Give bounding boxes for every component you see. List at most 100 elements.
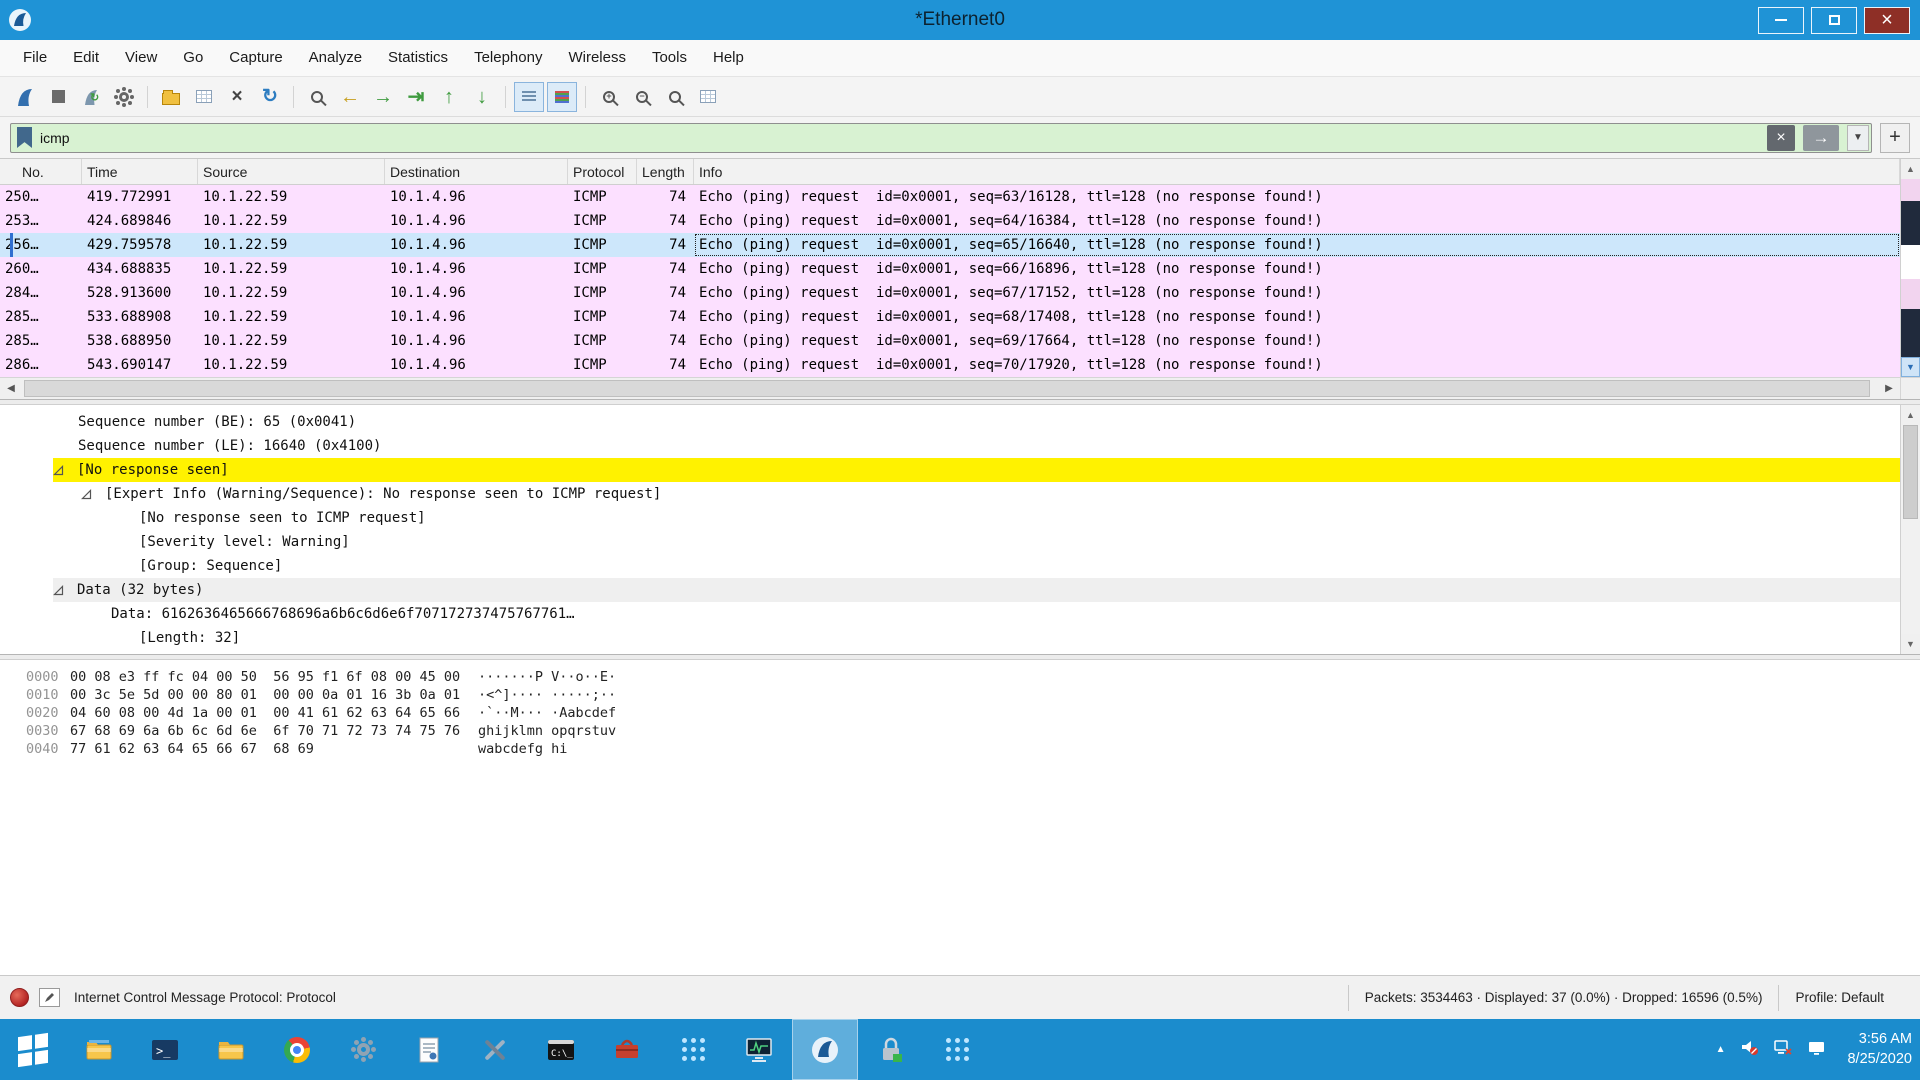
detail-line[interactable]: [Severity level: Warning] bbox=[139, 530, 1900, 554]
taskbar-security-policy-document-icon[interactable] bbox=[396, 1019, 462, 1080]
table-row[interactable]: 284… 528.913600 10.1.22.59 10.1.4.96 ICM… bbox=[0, 281, 1900, 305]
detail-line[interactable]: [No response seen to ICMP request] bbox=[139, 506, 1900, 530]
taskbar-wireshark-icon[interactable] bbox=[792, 1019, 858, 1080]
hidden-icons-chevron-icon[interactable]: ▲ bbox=[1716, 1044, 1726, 1055]
hex-row[interactable]: 004077 61 62 63 64 65 66 67 68 69wabcdef… bbox=[26, 740, 1920, 758]
hex-row[interactable]: 002004 60 08 00 4d 1a 00 01 00 41 61 62 … bbox=[26, 704, 1920, 722]
minimize-icon[interactable] bbox=[1758, 7, 1804, 34]
menu-edit[interactable]: Edit bbox=[60, 40, 112, 76]
column-header-info[interactable]: Info bbox=[694, 159, 1900, 184]
taskbar-app-grid-2-icon[interactable] bbox=[924, 1019, 990, 1080]
table-row[interactable]: 286… 543.690147 10.1.22.59 10.1.4.96 ICM… bbox=[0, 353, 1900, 377]
menu-telephony[interactable]: Telephony bbox=[461, 40, 555, 76]
taskbar-settings-gear-icon[interactable] bbox=[330, 1019, 396, 1080]
menu-file[interactable]: File bbox=[10, 40, 60, 76]
detail-line[interactable]: Sequence number (BE): 65 (0x0041) bbox=[78, 410, 1900, 434]
menu-statistics[interactable]: Statistics bbox=[375, 40, 461, 76]
column-header-length[interactable]: Length bbox=[637, 159, 694, 184]
status-profile[interactable]: Profile: Default bbox=[1779, 990, 1910, 1005]
filter-apply-arrow-icon[interactable]: → bbox=[1803, 125, 1839, 151]
taskbar-toolbox-icon[interactable] bbox=[594, 1019, 660, 1080]
details-scroll-thumb[interactable] bbox=[1903, 425, 1918, 519]
detail-line-data[interactable]: Data (32 bytes) bbox=[53, 578, 1900, 602]
start-capture-fin-icon[interactable] bbox=[10, 82, 40, 112]
scroll-up-icon[interactable]: ▲ bbox=[1901, 405, 1920, 425]
go-back-arrow-icon[interactable]: ← bbox=[335, 82, 365, 112]
horizontal-scroll-thumb[interactable] bbox=[24, 380, 1870, 397]
detail-line[interactable]: Sequence number (LE): 16640 (0x4100) bbox=[78, 434, 1900, 458]
go-first-packet-icon[interactable]: ↑ bbox=[434, 82, 464, 112]
volume-muted-icon[interactable] bbox=[1739, 1037, 1759, 1062]
scroll-left-icon[interactable]: ◀ bbox=[0, 378, 22, 399]
table-row-selected[interactable]: 256… 429.759578 10.1.22.59 10.1.4.96 ICM… bbox=[0, 233, 1900, 257]
packet-list-horizontal-scrollbar[interactable]: ◀ ▶ bbox=[0, 377, 1920, 399]
close-icon[interactable]: × bbox=[1864, 7, 1910, 34]
zoom-in-magnifier-icon[interactable]: + bbox=[594, 82, 624, 112]
maximize-icon[interactable] bbox=[1811, 7, 1857, 34]
detail-line[interactable]: [Group: Sequence] bbox=[139, 554, 1900, 578]
close-capture-file-icon[interactable]: × bbox=[222, 82, 252, 112]
expander-triangle-icon[interactable] bbox=[81, 489, 92, 500]
packet-list-vertical-scrollbar[interactable]: ▲ ▼ bbox=[1900, 159, 1920, 377]
find-packet-magnifier-icon[interactable] bbox=[302, 82, 332, 112]
expander-triangle-icon[interactable] bbox=[53, 585, 64, 596]
menu-help[interactable]: Help bbox=[700, 40, 757, 76]
menu-go[interactable]: Go bbox=[170, 40, 216, 76]
filter-add-button[interactable]: + bbox=[1880, 123, 1910, 153]
intelligent-scrollbar-minimap[interactable] bbox=[1901, 179, 1920, 357]
menu-tools[interactable]: Tools bbox=[639, 40, 700, 76]
column-header-time[interactable]: Time bbox=[82, 159, 198, 184]
resize-columns-icon[interactable] bbox=[693, 82, 723, 112]
zoom-reset-magnifier-icon[interactable] bbox=[660, 82, 690, 112]
menu-capture[interactable]: Capture bbox=[216, 40, 295, 76]
scroll-down-icon[interactable]: ▼ bbox=[1901, 357, 1920, 377]
filter-dropdown-chevron-icon[interactable]: ▼ bbox=[1847, 125, 1869, 151]
column-header-no[interactable]: No. bbox=[0, 159, 82, 184]
table-row[interactable]: 285… 538.688950 10.1.22.59 10.1.4.96 ICM… bbox=[0, 329, 1900, 353]
detail-line-expert-info[interactable]: [Expert Info (Warning/Sequence): No resp… bbox=[81, 482, 1900, 506]
column-header-protocol[interactable]: Protocol bbox=[568, 159, 637, 184]
table-row[interactable]: 250… 419.772991 10.1.22.59 10.1.4.96 ICM… bbox=[0, 185, 1900, 209]
scroll-up-icon[interactable]: ▲ bbox=[1901, 159, 1920, 179]
start-button[interactable] bbox=[0, 1019, 66, 1080]
detail-line[interactable]: [Length: 32] bbox=[139, 626, 1900, 650]
open-capture-file-folder-icon[interactable] bbox=[156, 82, 186, 112]
taskbar-powershell-icon[interactable]: >_ bbox=[132, 1019, 198, 1080]
detail-line[interactable]: Data: 6162636465666768696a6b6c6d6e6f7071… bbox=[111, 602, 1900, 626]
auto-scroll-toggle-icon[interactable] bbox=[514, 82, 544, 112]
column-header-destination[interactable]: Destination bbox=[385, 159, 568, 184]
colorize-toggle-icon[interactable] bbox=[547, 82, 577, 112]
expert-info-icon[interactable] bbox=[10, 988, 29, 1007]
detail-line-no-response[interactable]: [No response seen] bbox=[53, 458, 1900, 482]
table-row[interactable]: 260… 434.688835 10.1.22.59 10.1.4.96 ICM… bbox=[0, 257, 1900, 281]
expander-triangle-icon[interactable] bbox=[53, 465, 64, 476]
display-filter-field[interactable]: icmp × → ▼ bbox=[10, 123, 1872, 153]
hex-row[interactable]: 001000 3c 5e 5d 00 00 80 01 00 00 0a 01 … bbox=[26, 686, 1920, 704]
taskbar-app-grid-icon[interactable] bbox=[660, 1019, 726, 1080]
hex-row[interactable]: 003067 68 69 6a 6b 6c 6d 6e 6f 70 71 72 … bbox=[26, 722, 1920, 740]
go-last-packet-icon[interactable]: ↓ bbox=[467, 82, 497, 112]
zoom-out-magnifier-icon[interactable]: − bbox=[627, 82, 657, 112]
hex-dump[interactable]: 000000 08 e3 ff fc 04 00 50 56 95 f1 6f … bbox=[0, 660, 1920, 975]
display-icon[interactable] bbox=[1807, 1037, 1827, 1062]
taskbar-folder-icon[interactable] bbox=[198, 1019, 264, 1080]
capture-options-gear-icon[interactable] bbox=[109, 82, 139, 112]
taskbar-security-lock-icon[interactable] bbox=[858, 1019, 924, 1080]
hex-row[interactable]: 000000 08 e3 ff fc 04 00 50 56 95 f1 6f … bbox=[26, 668, 1920, 686]
go-to-packet-icon[interactable]: ⇥ bbox=[401, 82, 431, 112]
taskbar-admin-tools-icon[interactable] bbox=[462, 1019, 528, 1080]
taskbar-file-explorer-icon[interactable] bbox=[66, 1019, 132, 1080]
restart-capture-icon[interactable]: ↻ bbox=[76, 82, 106, 112]
menu-analyze[interactable]: Analyze bbox=[296, 40, 375, 76]
taskbar-command-prompt-icon[interactable]: C:\_ bbox=[528, 1019, 594, 1080]
stop-capture-icon[interactable] bbox=[43, 82, 73, 112]
column-header-source[interactable]: Source bbox=[198, 159, 385, 184]
details-vertical-scrollbar[interactable]: ▲ ▼ bbox=[1900, 405, 1920, 654]
filter-input[interactable]: icmp bbox=[40, 130, 1759, 146]
table-row[interactable]: 253… 424.689846 10.1.22.59 10.1.4.96 ICM… bbox=[0, 209, 1900, 233]
taskbar-clock[interactable]: 3:56 AM 8/25/2020 bbox=[1847, 1030, 1912, 1069]
menu-view[interactable]: View bbox=[112, 40, 170, 76]
menu-wireless[interactable]: Wireless bbox=[555, 40, 639, 76]
taskbar-chrome-icon[interactable] bbox=[264, 1019, 330, 1080]
go-forward-arrow-icon[interactable]: → bbox=[368, 82, 398, 112]
